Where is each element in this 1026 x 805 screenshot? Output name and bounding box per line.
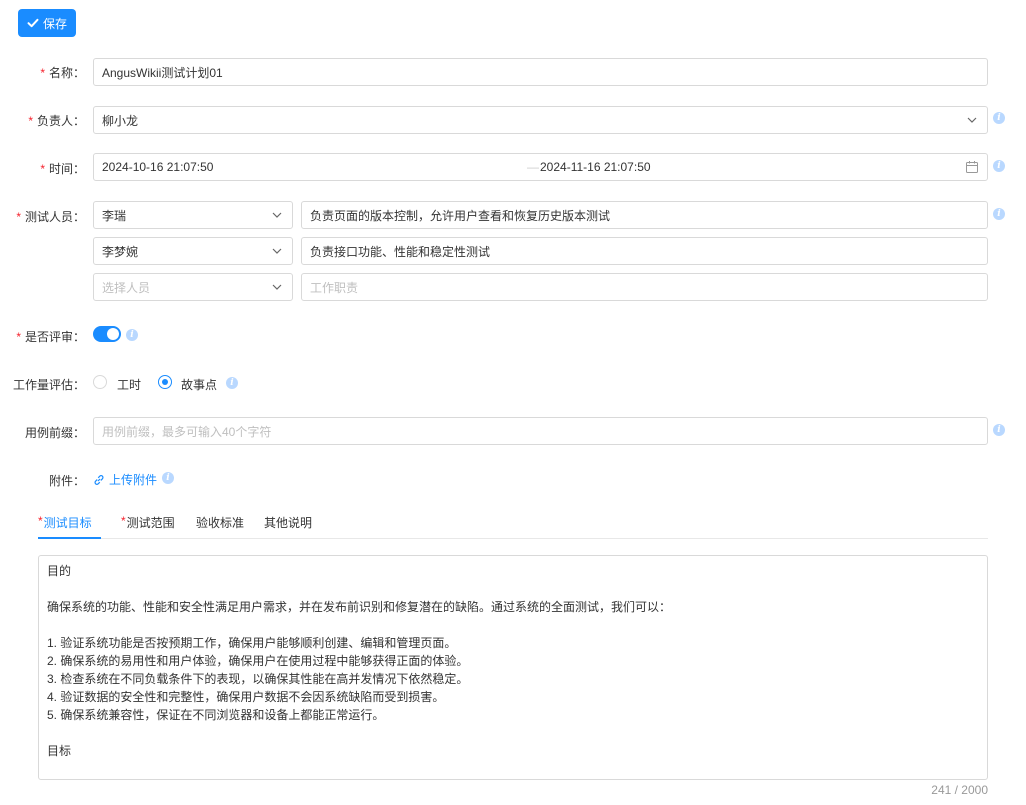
tester-select[interactable]: 李梦婉 [93, 237, 293, 265]
radio-story-points-label[interactable]: 故事点 [181, 376, 217, 393]
toggle-knob [107, 328, 119, 340]
prefix-label: 用例前缀： [24, 426, 85, 440]
content-line: 确保系统的功能、性能和安全性满足用户需求，并在发布前识别和修复潜在的缺陷。通过系… [47, 600, 672, 614]
upload-label: 上传附件 [109, 473, 158, 487]
tab-test-scope[interactable]: * 测试范围 [121, 512, 175, 539]
save-button[interactable]: 保存 [18, 9, 76, 37]
chevron-down-icon [272, 284, 282, 290]
info-icon[interactable]: i [226, 377, 238, 389]
tab-other-notes[interactable]: 其他说明 [264, 512, 312, 539]
owner-value: 柳小龙 [102, 113, 139, 128]
tester-duty: 负责接口功能、性能和稳定性测试 [310, 244, 491, 259]
info-icon[interactable]: i [162, 472, 174, 484]
attachment-label: 附件： [48, 474, 85, 488]
tester-placeholder: 选择人员 [102, 280, 151, 295]
tester-select[interactable]: 李瑞 [93, 201, 293, 229]
save-button-label: 保存 [42, 16, 67, 31]
tester-name: 李梦婉 [102, 244, 139, 259]
testers-label: * 测试人员： [16, 210, 85, 224]
prefix-input[interactable]: 用例前缀，最多可输入40个字符 [93, 417, 988, 445]
radio-story-points[interactable] [158, 375, 172, 389]
info-icon[interactable]: i [993, 112, 1005, 124]
review-toggle[interactable] [93, 326, 121, 342]
time-label: * 时间： [40, 162, 85, 176]
content-textarea[interactable]: 目的 确保系统的功能、性能和安全性满足用户需求，并在发布前识别和修复潜在的缺陷。… [38, 555, 988, 780]
upload-attachment-link[interactable]: 上传附件 [93, 471, 157, 488]
radio-hours-label[interactable]: 工时 [117, 376, 141, 393]
radio-hours[interactable] [93, 375, 107, 389]
owner-label: * 负责人： [28, 114, 85, 128]
content-line: 3. 检查系统在不同负载条件下的表现，以确保其性能在高并发情况下依然稳定。 [47, 672, 469, 686]
info-icon[interactable]: i [993, 160, 1005, 172]
owner-select[interactable]: 柳小龙 [93, 106, 988, 134]
info-icon[interactable]: i [993, 424, 1005, 436]
name-input[interactable]: AngusWikii测试计划01 [93, 58, 988, 86]
calendar-icon [966, 161, 978, 173]
tester-duty: 负责页面的版本控制，允许用户查看和恢复历史版本测试 [310, 208, 611, 223]
name-value: AngusWikii测试计划01 [102, 65, 223, 80]
content-line: 目的 [47, 564, 72, 578]
time-range-picker[interactable]: 2024-10-16 21:07:50 — 2024-11-16 21:07:5… [93, 153, 988, 181]
time-end[interactable]: 2024-11-16 21:07:50 [540, 160, 651, 174]
content-tabs: * 测试目标 * 测试范围 验收标准 其他说明 [38, 512, 988, 539]
tester-select-empty[interactable]: 选择人员 [93, 273, 293, 301]
content-line: 5. 确保系统兼容性，保证在不同浏览器和设备上都能正常运行。 [47, 708, 385, 722]
info-icon[interactable]: i [993, 208, 1005, 220]
content-line: 目标 [47, 744, 72, 758]
tab-acceptance-criteria[interactable]: 验收标准 [196, 512, 244, 539]
chevron-down-icon [272, 248, 282, 254]
link-icon [94, 474, 104, 485]
content-line: 1. 验证系统功能是否按预期工作，确保用户能够顺利创建、编辑和管理页面。 [47, 636, 457, 650]
tester-duty-input[interactable]: 负责接口功能、性能和稳定性测试 [301, 237, 988, 265]
chevron-down-icon [967, 117, 977, 123]
tab-test-goal[interactable]: * 测试目标 [38, 512, 101, 539]
content-line [47, 580, 979, 598]
tester-name: 李瑞 [102, 208, 127, 223]
name-label: * 名称： [40, 66, 85, 80]
char-counter: 241 / 2000 [931, 783, 988, 797]
tester-duty-input-empty[interactable]: 工作职责 [301, 273, 988, 301]
info-icon[interactable]: i [126, 329, 138, 341]
tester-duty-input[interactable]: 负责页面的版本控制，允许用户查看和恢复历史版本测试 [301, 201, 988, 229]
content-line [47, 616, 979, 634]
review-label: * 是否评审： [16, 330, 85, 344]
duty-placeholder: 工作职责 [310, 280, 359, 295]
estimate-label: 工作量评估： [12, 378, 85, 392]
content-line [47, 724, 979, 742]
content-line: 2. 确保系统的易用性和用户体验，确保用户在使用过程中能够获得正面的体验。 [47, 654, 469, 668]
chevron-down-icon [272, 212, 282, 218]
content-line: 4. 验证数据的安全性和完整性，确保用户数据不会因系统缺陷而受到损害。 [47, 690, 445, 704]
prefix-placeholder: 用例前缀，最多可输入40个字符 [102, 424, 272, 439]
check-icon [27, 18, 39, 28]
time-start[interactable]: 2024-10-16 21:07:50 [102, 160, 213, 174]
time-separator: — [527, 160, 539, 174]
